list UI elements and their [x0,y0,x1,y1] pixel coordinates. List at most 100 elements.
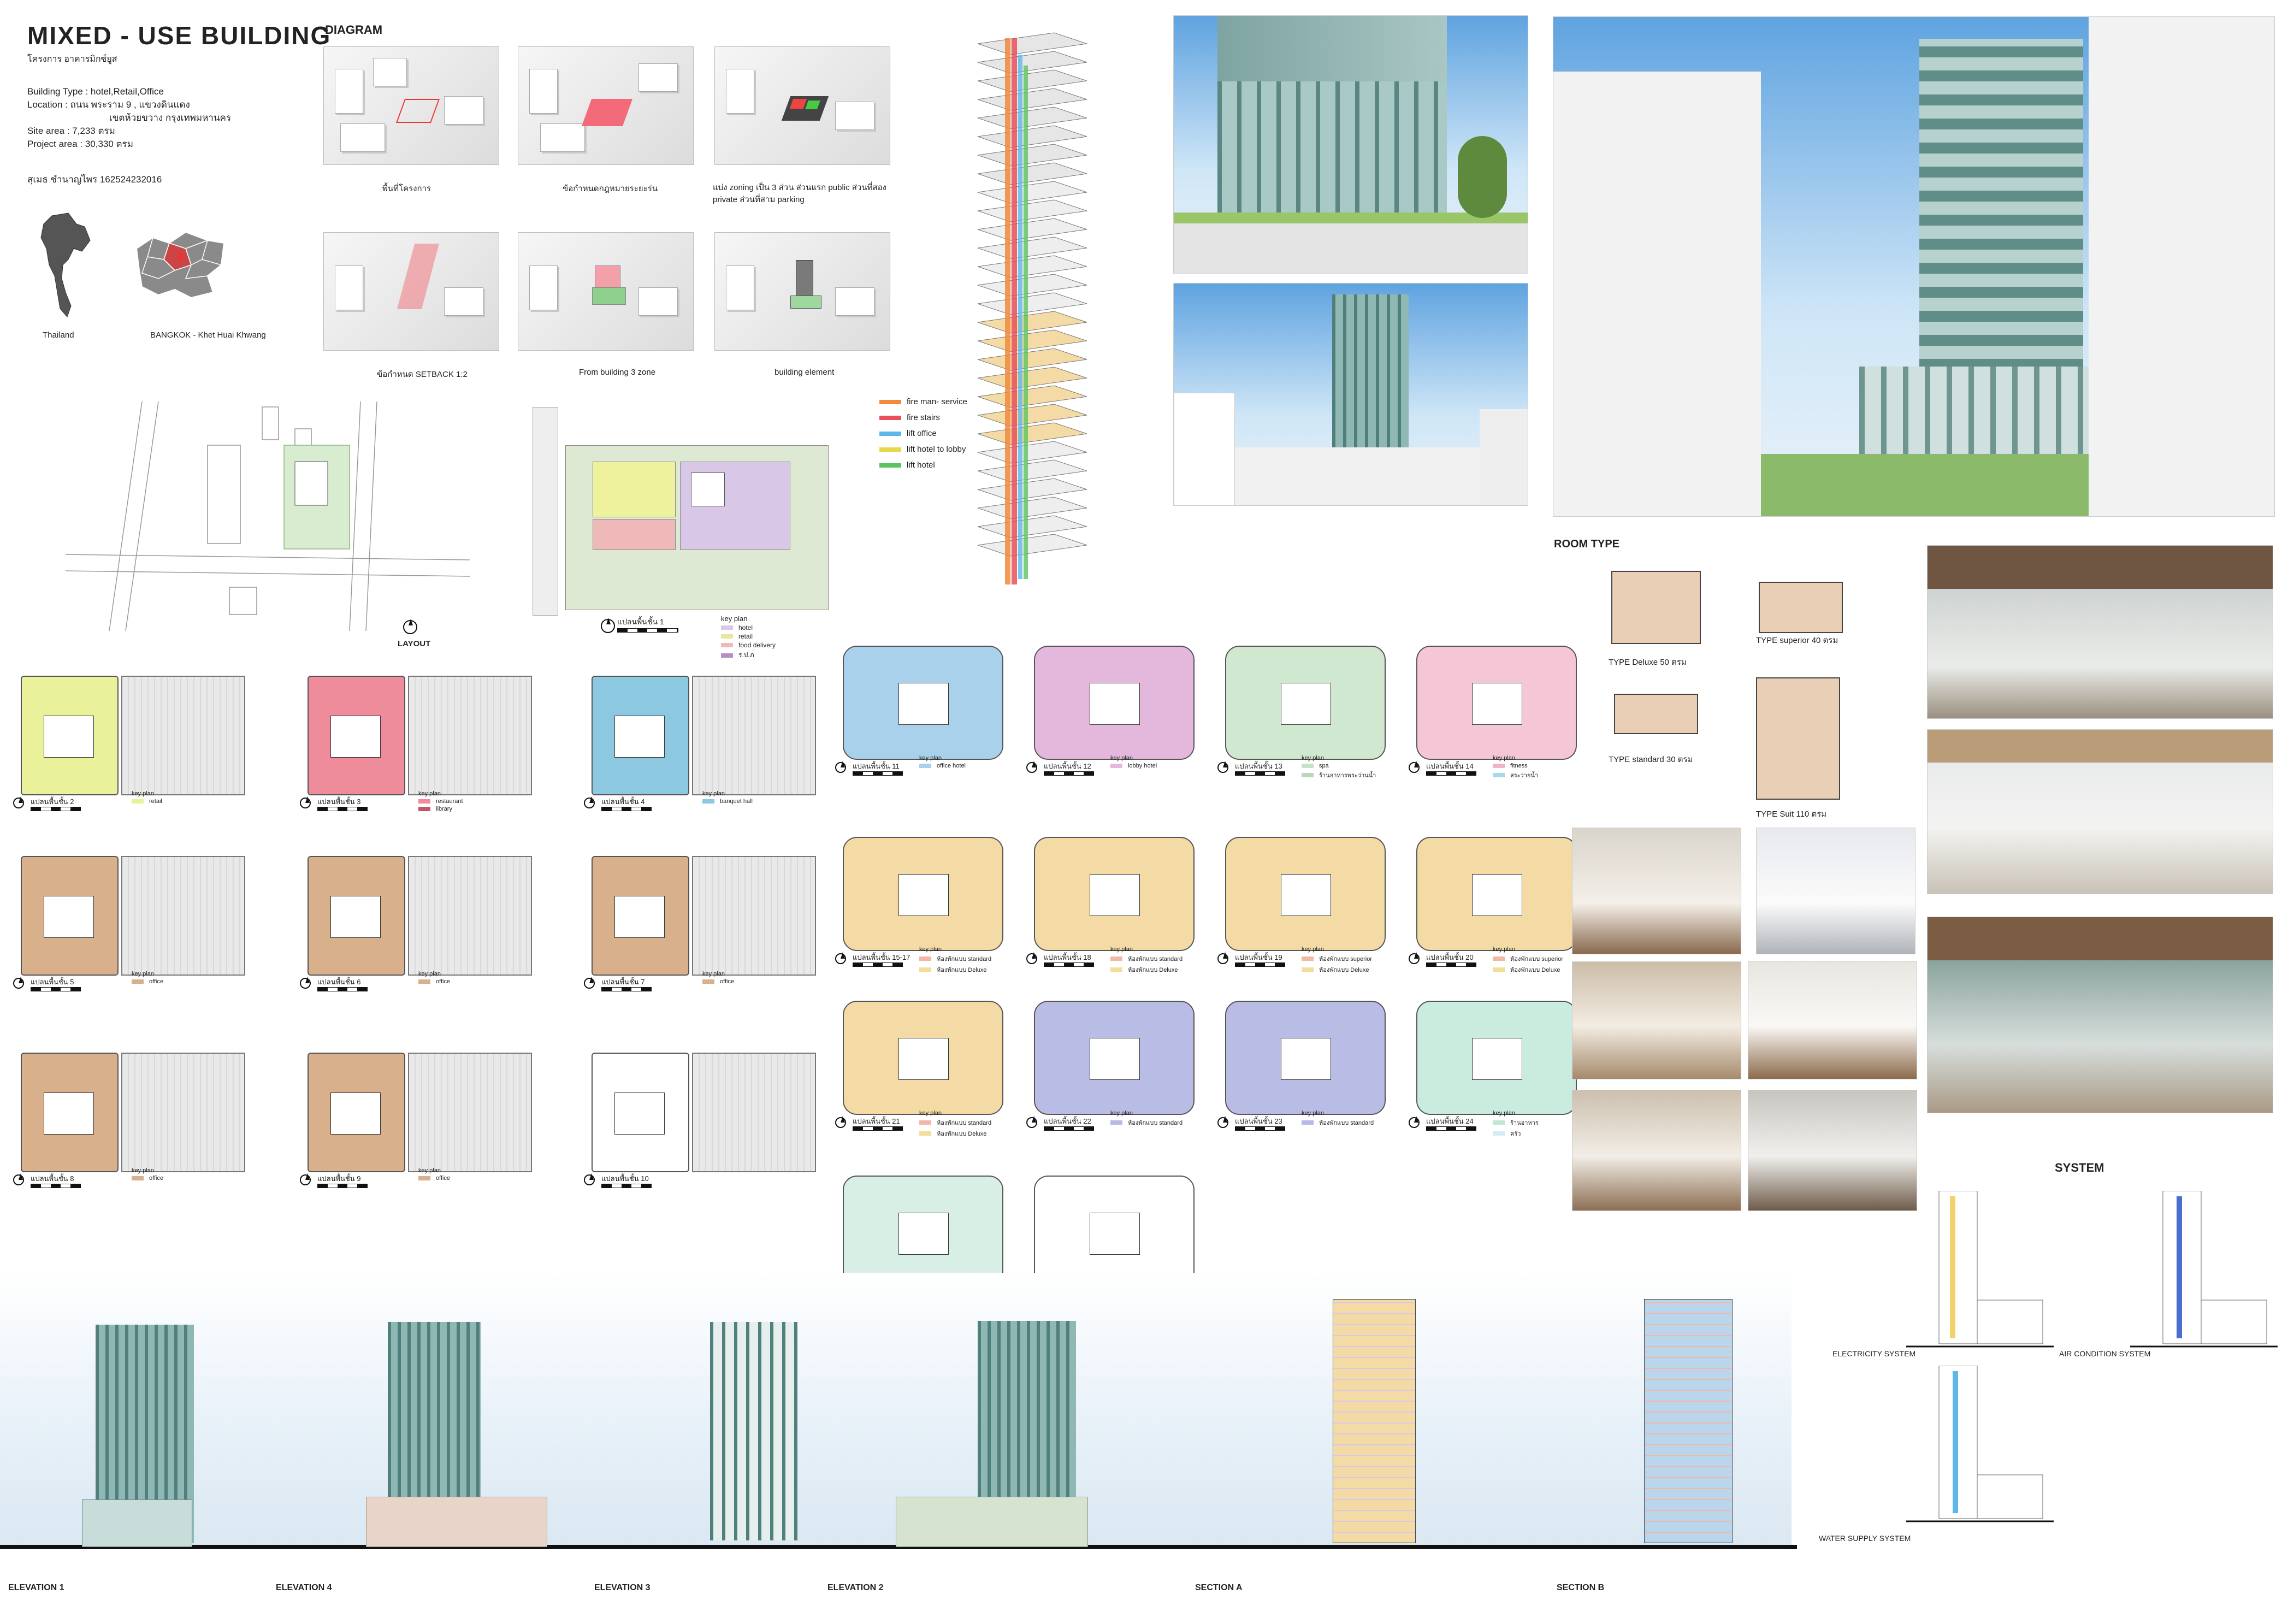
key-label: ห้องพักแบบ superior [1319,956,1372,962]
tower-9-key: key plan ห้องพักแบบ standard [1110,1110,1183,1129]
render-perspective-main [1553,16,2275,517]
podium-3-scale [317,807,368,811]
tower-4-key-title: key plan [919,946,942,953]
podium-2-key-title: key plan [132,790,154,797]
podium-5-scale [31,987,81,991]
key-swatch [1302,967,1314,972]
tower-7-plan: แปลนพื้นชั้น 20 key plan ห้องพักแบบ superi… [1406,825,1587,983]
podium-3-key-title: key plan [418,790,441,797]
podium-6-scale [317,987,368,991]
render-restaurant [1927,729,2273,894]
page-subtitle: โครงการ อาคารมิกซ์ยูส [27,55,117,64]
podium-3-label: แปลนพื้นชั้น 3 [317,798,361,806]
key-swatch [1302,956,1314,961]
air-condition-system-label: AIR CONDITION SYSTEM [2059,1349,2151,1358]
exploded-floor-slab [977,125,1087,148]
tower-7-key-item: ห้องพักแบบ superior [1493,954,1563,964]
tower-5-core [1090,874,1140,916]
tower-8-key-item: ห้องพักแบบ Deluxe [919,1129,991,1138]
podium-3-key: key plan restaurant library [418,790,463,813]
key-swatch [919,764,931,768]
tower-4-label: แปลนพื้นชั้น 15-17 [853,953,910,961]
diagram-caption-1: พื้นที่โครงการ [382,184,431,193]
elevation-1-podium [82,1499,192,1547]
key-swatch [1302,773,1314,777]
info-project-area: Project area : 30,330 ตรม [27,139,133,149]
tower-9-core [1090,1038,1140,1080]
podium-2-parking [121,676,245,795]
podium-10-compass [584,1173,595,1185]
podium-10-scale [601,1184,652,1188]
tower-3-key-title: key plan [1493,755,1515,761]
tower-1-label: แปลนพื้นชั้น 12 [1044,762,1091,770]
key-swatch [132,979,144,984]
podium-8-key-title: key plan [132,1167,154,1174]
legend-lift-office: lift office [879,429,967,438]
podium-3-key-item: restaurant [418,798,463,805]
key-label: lobby hotel [1128,763,1157,769]
tower-4-key-item: ห้องพักแบบ standard [919,954,991,964]
tower-1-key-item: lobby hotel [1110,763,1157,769]
tower-8-label: แปลนพื้นชั้น 21 [853,1117,900,1125]
ground-plan-scale [617,628,678,633]
exploded-floor-slab [977,32,1087,55]
tower-7-label: แปลนพื้นชั้น 20 [1426,953,1474,961]
key-label: office [436,978,451,985]
room-label-deluxe: TYPE Deluxe 50 ตรม [1609,658,1687,667]
tower-2-key-item: spa [1302,763,1376,769]
tower-11-compass [1409,1116,1420,1128]
tower-9-label: แปลนพื้นชั้น 22 [1044,1117,1091,1125]
podium-2-scale [31,807,81,811]
key-swatch [418,979,430,984]
key-swatch [1493,1120,1505,1125]
exploded-floor-slab [977,311,1087,334]
tower-4-key-item: ห้องพักแบบ Deluxe [919,965,991,975]
exploded-floor-slab [977,181,1087,204]
tower-1-compass [1026,761,1037,773]
ground-plan-compass [601,618,615,633]
exploded-floor-slab [977,422,1087,445]
section-b-drawing [1644,1299,1733,1543]
tower-1-core [1090,683,1140,725]
ground-plan-label: แปลนพื้นชั้น 1 [617,617,664,626]
key-swatch [1493,773,1505,777]
tower-7-key-item: ห้องพักแบบ Deluxe [1493,965,1563,975]
podium-3-parking [408,676,532,795]
podium-8-core [44,1092,94,1135]
legend-fire-service: fire man- service [879,397,967,406]
tower-5-plan: แปลนพื้นชั้น 18 key plan ห้องพักแบบ standa… [1024,825,1204,983]
author: สุเมธ ชำนาญไพร 162524232016 [27,174,162,185]
diagram-zoning [714,46,890,165]
tower-5-key-item: ห้องพักแบบ standard [1110,954,1183,964]
exploded-floor-slab [977,69,1087,92]
podium-5-key-item: office [132,978,163,985]
exploded-floor-slab [977,237,1087,259]
podium-7-key-title: key plan [702,971,725,977]
tower-4-compass [835,952,846,964]
layout-compass [403,619,417,634]
exploded-floor-slab [977,404,1087,427]
exploded-floor-slab [977,385,1087,408]
elevation-3-label: ELEVATION 3 [594,1583,651,1592]
render-tower-view [1173,283,1528,506]
podium-9-core [330,1092,381,1135]
podium-4-scale [601,807,652,811]
tower-6-scale [1235,962,1285,967]
key-label: office [436,1175,451,1182]
key-swatch [1110,1120,1122,1125]
tower-2-key-item: ร้านอาหารพระว่านน้ำ [1302,770,1376,780]
tower-0-key-title: key plan [919,755,942,761]
tower-11-key-item: ร้านอาหาร [1493,1118,1539,1127]
exploded-floor-slab [977,478,1087,501]
section-a-label: SECTION A [1195,1583,1243,1592]
tower-8-key: key plan ห้องพักแบบ standard ห้องพักแบบ De… [919,1110,991,1139]
key-label: ห้องพักแบบ standard [937,1120,992,1126]
render-lounge [1927,917,2273,1113]
tower-0-compass [835,761,846,773]
tower-9-key-title: key plan [1110,1110,1133,1117]
exploded-floor-slab [977,274,1087,297]
key-label: ห้องพักแบบ standard [1319,1120,1374,1126]
key-swatch [1493,967,1505,972]
render-bedroom-4 [1572,1090,1741,1211]
key-label: restaurant [436,798,463,805]
